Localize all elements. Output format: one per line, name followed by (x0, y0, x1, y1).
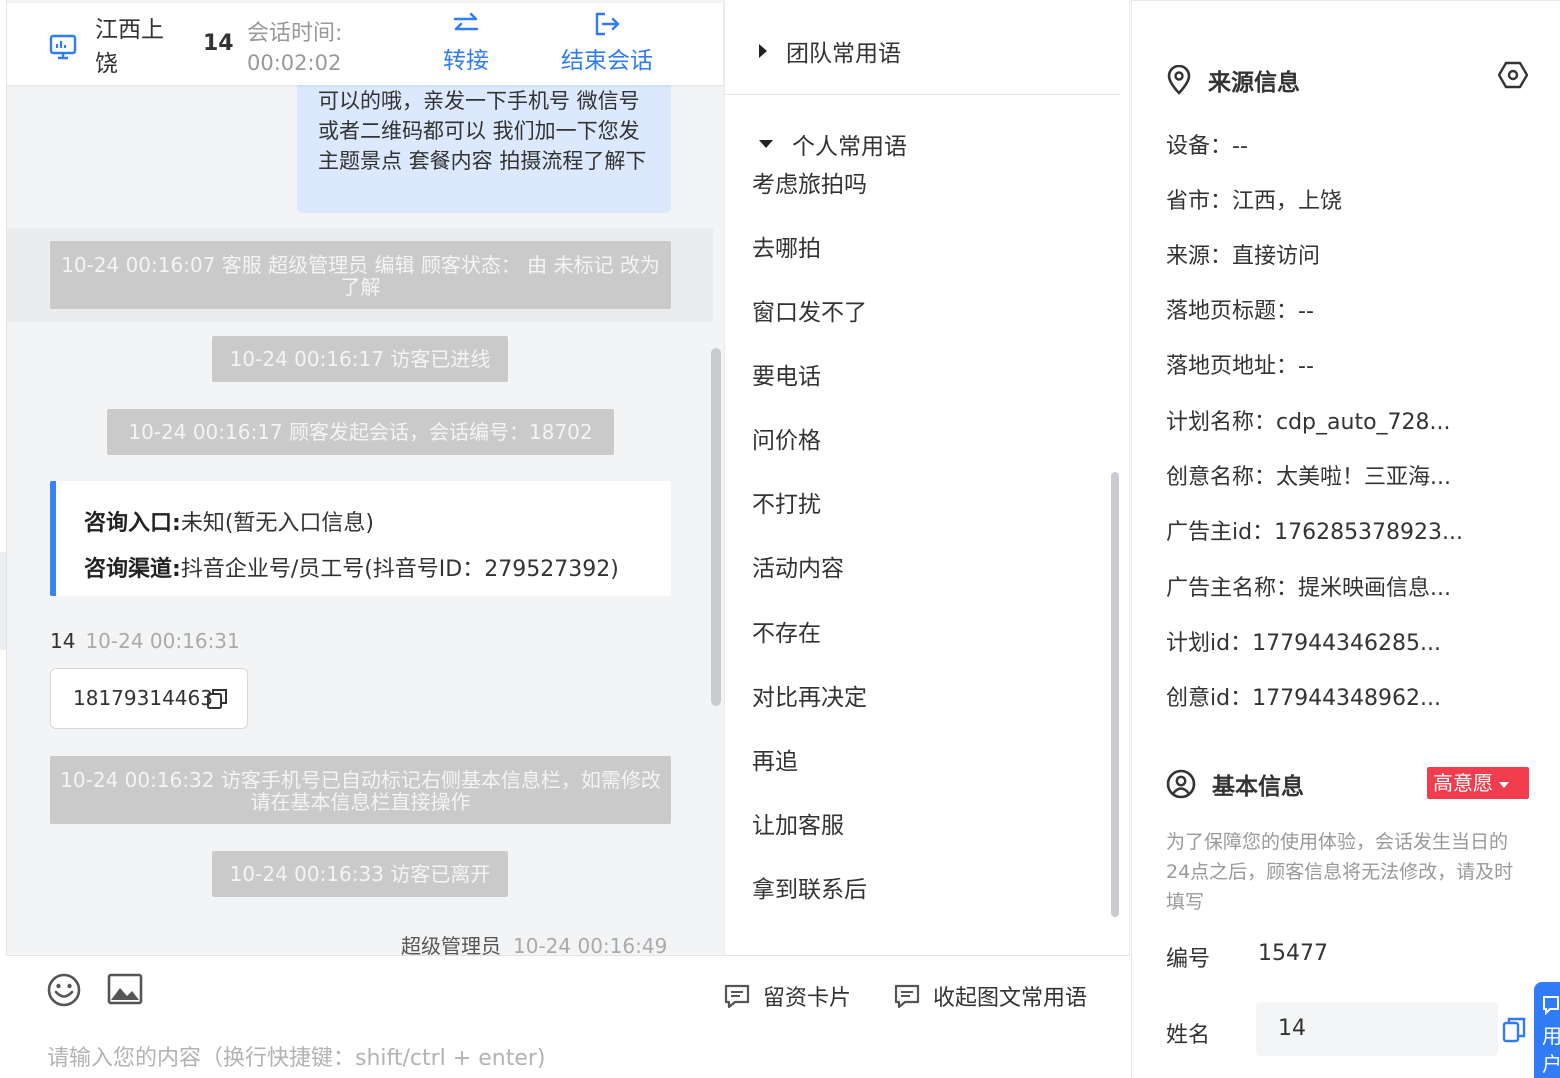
source-landing-url: 落地页地址：-- (1166, 354, 1314, 379)
agent-message-bubble: 可以的哦，亲发一下手机号 微信号或者二维码都可以 我们加一下您发主题景点 套餐内… (297, 78, 671, 213)
customer-info-panel: 来源信息 设备：-- 省市：江西，上饶 来源：直接访问 落地页标题：-- 落地页… (1131, 0, 1560, 1078)
phrases-divider (725, 94, 1121, 95)
session-time-value: 00:02:02 (247, 51, 342, 75)
phrase-item[interactable]: 让加客服 (752, 806, 844, 840)
message-input[interactable]: 请输入您的内容（换行快捷键：shift/ctrl + enter) (47, 1040, 545, 1072)
phrase-item[interactable]: 对比再决定 (752, 678, 867, 712)
transfer-button[interactable]: 转接 (443, 11, 489, 75)
system-message-visitor-in: 10-24 00:16:17 访客已进线 (212, 336, 508, 382)
phrase-item[interactable]: 考虑旅拍吗 (752, 165, 867, 199)
source-advertiser-id: 广告主id：176285378923... (1166, 520, 1464, 545)
source-creative-name: 创意名称：太美啦！三亚海... (1166, 465, 1451, 490)
visitor-id: 14 (203, 31, 234, 56)
floating-user-button[interactable]: 用户 (1534, 982, 1560, 1078)
location-pin-icon (1167, 65, 1191, 95)
chat-panel: 江西上饶 14 会话时间: 00:02:02 转接 结束会话 可以的哦，亲发一下… (6, 0, 724, 1078)
caret-down-icon (759, 140, 773, 148)
intent-level-dropdown[interactable]: 高意愿 (1427, 767, 1529, 799)
copy-icon[interactable] (1502, 1017, 1526, 1043)
settings-icon[interactable] (1498, 61, 1528, 89)
consult-channel-row: 咨询渠道:抖音企业号/员工号(抖音号ID：279527392) (84, 547, 671, 593)
message-icon (894, 984, 920, 1009)
message-input-area: 留资卡片 收起图文常用语 请输入您的内容（换行快捷键：shift/ctrl + … (6, 955, 1130, 1078)
edit-deadline-notice: 为了保障您的使用体验，会话发生当日的24点之后，顾客信息将无法修改，请及时填写 (1166, 831, 1514, 913)
chat-header: 江西上饶 14 会话时间: 00:02:02 转接 结束会话 (7, 3, 723, 85)
system-message-visitor-left: 10-24 00:16:33 访客已离开 (212, 851, 508, 897)
source-advertiser-name: 广告主名称：提米映画信息... (1166, 576, 1451, 601)
end-session-label: 结束会话 (561, 48, 653, 74)
system-message-phone-marked: 10-24 00:16:32 访客手机号已自动标记右侧基本信息栏，如需修改请在基… (50, 756, 671, 824)
visitor-region: 江西上饶 (95, 17, 164, 77)
customer-number-label: 编号 (1166, 947, 1211, 972)
basic-info-label: 基本信息 (1212, 774, 1304, 800)
caret-down-icon (1499, 781, 1509, 788)
consult-channel-value: 抖音企业号/员工号(抖音号ID：279527392) (180, 557, 619, 582)
phrase-item[interactable]: 窗口发不了 (752, 293, 867, 327)
personal-phrases-group[interactable]: 个人常用语 (758, 127, 907, 161)
caret-right-icon (759, 44, 767, 58)
floating-user-label: 用户 (1542, 1024, 1560, 1076)
source-province-city: 省市：江西，上饶 (1166, 189, 1343, 214)
personal-phrases-label: 个人常用语 (792, 134, 907, 160)
logout-icon (595, 12, 620, 36)
phrase-item[interactable]: 要电话 (752, 357, 821, 391)
collapse-phrases-button[interactable]: 收起图文常用语 (893, 980, 1087, 1012)
message-icon (1543, 996, 1559, 1016)
lead-card-button[interactable]: 留资卡片 (723, 980, 851, 1012)
customer-name-label: 姓名 (1166, 1023, 1211, 1048)
source-origin: 来源：直接访问 (1166, 244, 1321, 269)
transfer-icon (453, 12, 479, 31)
intent-level-value: 高意愿 (1433, 771, 1493, 795)
monitor-icon (49, 34, 77, 60)
source-info-label: 来源信息 (1208, 70, 1300, 96)
phrases-scrollbar[interactable] (1111, 472, 1119, 917)
system-message-session-start: 10-24 00:16:17 顾客发起会话，会话编号：18702 (107, 409, 614, 455)
team-phrases-group[interactable]: 团队常用语 (758, 34, 901, 68)
visitor-phone-message[interactable]: 18179314463 (50, 668, 248, 729)
visitor-message-time: 10-24 00:16:31 (85, 629, 240, 653)
source-info-title: 来源信息 (1166, 63, 1300, 97)
phrase-item[interactable]: 再追 (752, 742, 798, 776)
visitor-message-meta: 14 10-24 00:16:31 (50, 629, 240, 653)
consult-entry-label: 咨询入口: (84, 511, 181, 536)
consult-channel-label: 咨询渠道: (84, 557, 181, 582)
phrase-item[interactable]: 拿到联系后 (752, 870, 867, 904)
source-plan-name: 计划名称：cdp_auto_728... (1166, 410, 1451, 435)
card-icon (724, 984, 750, 1009)
customer-name-input[interactable]: 14 (1256, 1002, 1498, 1056)
user-circle-icon (1166, 769, 1196, 799)
consult-entry-row: 咨询入口:未知(暂无入口信息) (84, 501, 671, 547)
visitor-phone-number: 18179314463 (73, 686, 213, 710)
system-message-status-change: 10-24 00:16:07 客服 超级管理员 编辑 顾客状态： 由 未标记 改… (50, 241, 671, 309)
basic-info-title: 基本信息 (1166, 767, 1304, 801)
phrase-item[interactable]: 活动内容 (752, 549, 844, 583)
source-landing-title: 落地页标题：-- (1166, 299, 1314, 324)
phrase-item[interactable]: 问价格 (752, 421, 821, 455)
workspace: 江西上饶 14 会话时间: 00:02:02 转接 结束会话 可以的哦，亲发一下… (0, 0, 1560, 1078)
source-device: 设备：-- (1166, 134, 1248, 159)
lead-card-label: 留资卡片 (763, 986, 852, 1011)
source-plan-id: 计划id：177944346285... (1166, 631, 1442, 656)
customer-number-value: 15477 (1258, 941, 1328, 966)
image-icon[interactable] (107, 972, 143, 1006)
transfer-label: 转接 (443, 48, 489, 74)
consult-entry-value: 未知(暂无入口信息) (180, 511, 374, 536)
phrase-item[interactable]: 去哪拍 (752, 229, 821, 263)
source-creative-id: 创意id：177944348962... (1166, 686, 1442, 711)
copy-icon[interactable] (206, 688, 228, 710)
visitor-message-name: 14 (50, 629, 76, 653)
session-time-label: 会话时间: (247, 21, 343, 46)
team-phrases-label: 团队常用语 (786, 41, 901, 67)
collapse-phrases-label: 收起图文常用语 (933, 986, 1088, 1011)
emoji-icon[interactable] (46, 972, 82, 1008)
phrase-item[interactable]: 不存在 (752, 614, 821, 648)
phrase-item[interactable]: 不打扰 (752, 485, 821, 519)
consult-info-card: 咨询入口:未知(暂无入口信息) 咨询渠道:抖音企业号/员工号(抖音号ID：279… (50, 481, 671, 596)
end-session-button[interactable]: 结束会话 (561, 11, 653, 75)
chat-scrollbar[interactable] (711, 348, 721, 706)
phrases-panel: 团队常用语 个人常用语 考虑旅拍吗 去哪拍 窗口发不了 要电话 问价格 不打扰 … (724, 0, 1130, 955)
